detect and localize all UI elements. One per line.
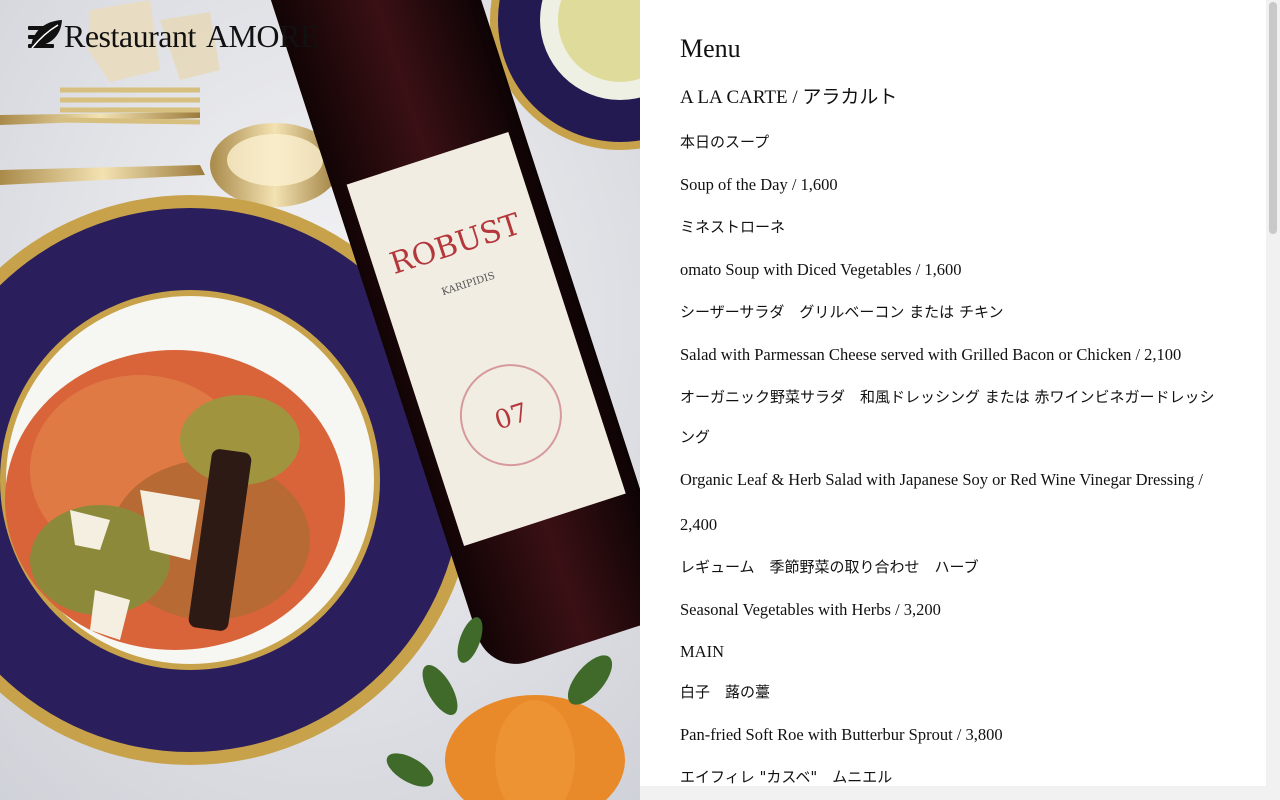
menu-item: MAIN	[680, 642, 724, 661]
section-heading-a-la-carte: A LA CARTE / アラカルト	[680, 87, 898, 108]
horizontal-scrollbar[interactable]	[640, 786, 1280, 800]
brand-name-right[interactable]: AMORE	[206, 18, 320, 55]
menu-item: Salad with Parmessan Cheese served with …	[680, 345, 1182, 364]
menu-item: Seasonal Vegetables with Herbs / 3,200	[680, 600, 941, 619]
menu-item: レギューム 季節野菜の取り合わせ ハーブ	[680, 558, 979, 576]
menu-item: 白子 蕗の薹	[680, 683, 771, 701]
leaf-icon	[31, 20, 62, 49]
menu-item: オーガニック野菜サラダ 和風ドレッシング または 赤ワインビネガードレッシング	[680, 388, 1215, 446]
hero-photo: ROBUST KARIPIDIS 07 Restaurant AMORE	[0, 0, 640, 800]
site-header: Restaurant AMORE	[28, 18, 319, 55]
vertical-scrollbar[interactable]	[1266, 0, 1280, 786]
scrollbar-thumb[interactable]	[1269, 2, 1277, 234]
menu-panel[interactable]: Menu A LA CARTE / アラカルト 本日のスープ Soup of th…	[640, 0, 1266, 786]
brand-name-left[interactable]: Restaurant	[64, 18, 196, 55]
menu-item: ミネストローネ	[680, 218, 786, 236]
food-wine-illustration: ROBUST KARIPIDIS 07	[0, 0, 640, 800]
menu-item: Organic Leaf & Herb Salad with Japanese …	[680, 470, 1204, 534]
menu-title: Menu	[680, 34, 741, 63]
pasta	[5, 350, 345, 650]
menu-item: エイフィレ "カスベ" ムニエル	[680, 768, 893, 786]
menu-item: シーザーサラダ グリルベーコン または チキン	[680, 303, 1004, 321]
menu-item: Soup of the Day / 1,600	[680, 175, 838, 194]
menu-item: 本日のスープ	[680, 133, 770, 151]
menu-item: omato Soup with Diced Vegetables / 1,600	[680, 260, 962, 279]
menu-item: Pan-fried Soft Roe with Butterbur Sprout…	[680, 725, 1003, 744]
menu-item-list: 本日のスープ Soup of the Day / 1,600 ミネストローネ omat…	[680, 122, 1228, 786]
